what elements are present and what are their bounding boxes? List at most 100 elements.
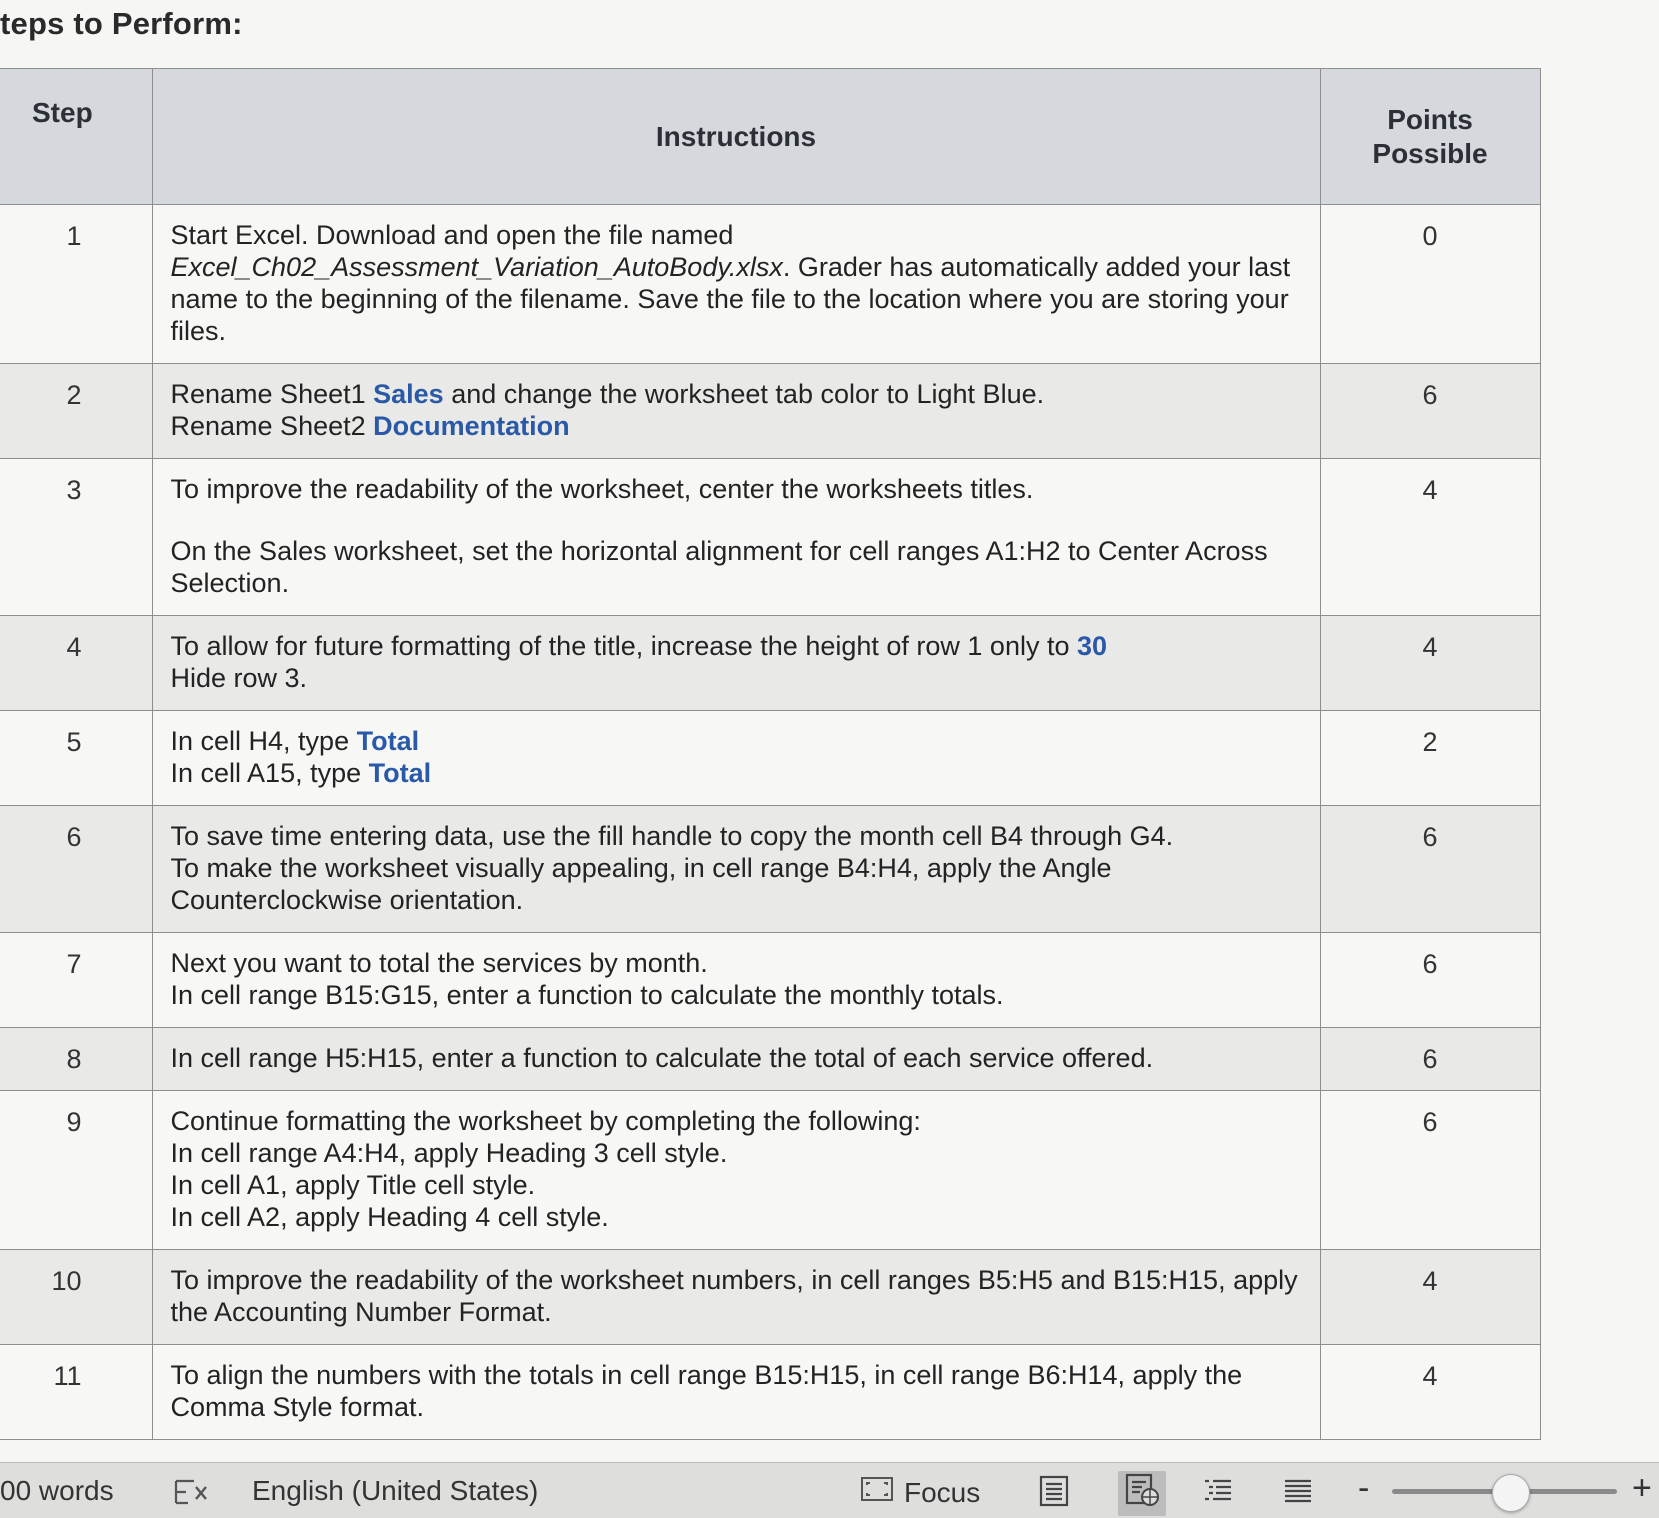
- step-number: 8: [0, 1027, 153, 1091]
- table-header-row: Step Instructions Points Possible: [0, 68, 1541, 205]
- step-instructions: To align the numbers with the totals in …: [151, 1344, 1321, 1440]
- instruction-line: Selection.: [171, 567, 1300, 599]
- points-possible: 6: [1319, 932, 1541, 1028]
- instruction-text: To improve the readability of the worksh…: [170, 1265, 1298, 1295]
- step-number: 3: [0, 458, 153, 616]
- instruction-line: files.: [171, 315, 1300, 347]
- instruction-text: To save time entering data, use the fill…: [170, 821, 1174, 851]
- points-possible: 4: [1319, 1344, 1541, 1440]
- instruction-line: the Accounting Number Format.: [171, 1296, 1300, 1328]
- highlighted-value: Documentation: [373, 411, 570, 441]
- points-possible: 4: [1319, 615, 1541, 711]
- table-row: 9 Continue formatting the worksheet by co…: [0, 1090, 1541, 1250]
- step-number: 10: [0, 1249, 153, 1345]
- draft-icon[interactable]: [1282, 1475, 1314, 1514]
- instruction-text: Continue formatting the worksheet by com…: [170, 1106, 921, 1136]
- instruction-line: name to the beginning of the filename. S…: [171, 283, 1300, 315]
- step-instructions: In cell H4, type Total In cell A15, type …: [151, 710, 1321, 806]
- instruction-text: . Grader has automatically added your la…: [782, 252, 1291, 282]
- instruction-text: Rename Sheet1: [170, 379, 374, 409]
- instruction-text: On the Sales worksheet, set the horizont…: [170, 536, 1268, 566]
- points-possible: 6: [1319, 805, 1541, 933]
- step-instructions: Start Excel. Download and open the file …: [151, 204, 1321, 364]
- instruction-line: Hide row 3.: [171, 662, 1300, 694]
- instruction-line: Next you want to total the services by m…: [171, 947, 1300, 979]
- instruction-text: and change the worksheet tab color to Li…: [443, 379, 1045, 409]
- instruction-text: Hide row 3.: [170, 663, 308, 693]
- step-number: 2: [0, 363, 153, 459]
- instruction-text: To allow for future formatting of the ti…: [170, 631, 1077, 661]
- instruction-text: the Accounting Number Format.: [170, 1297, 552, 1327]
- highlighted-value: 30: [1076, 631, 1108, 661]
- steps-table: Step Instructions Points Possible 1 Start…: [0, 68, 1541, 1440]
- points-possible: 4: [1319, 458, 1541, 616]
- header-points-possible: Points Possible: [1319, 68, 1541, 205]
- instruction-line: In cell range A4:H4, apply Heading 3 cel…: [171, 1137, 1300, 1169]
- step-instructions: Continue formatting the worksheet by com…: [151, 1090, 1321, 1250]
- step-number: 11: [0, 1344, 153, 1440]
- instruction-text: To make the worksheet visually appealing…: [170, 853, 1112, 883]
- header-instructions: Instructions: [151, 68, 1321, 205]
- instruction-text: Comma Style format.: [170, 1392, 425, 1422]
- language-indicator[interactable]: English (United States): [252, 1475, 538, 1507]
- zoom-in-button[interactable]: +: [1632, 1469, 1652, 1508]
- instruction-line: Start Excel. Download and open the file …: [171, 219, 1300, 251]
- proofing-error-icon[interactable]: [172, 1477, 212, 1514]
- instruction-text: In cell range A4:H4, apply Heading 3 cel…: [170, 1138, 728, 1168]
- header-step: Step: [0, 68, 153, 205]
- table-row: 6 To save time entering data, use the fil…: [0, 805, 1541, 933]
- highlighted-value: Total: [368, 758, 432, 788]
- outline-icon[interactable]: [1202, 1475, 1234, 1514]
- word-count[interactable]: 00 words: [0, 1475, 114, 1507]
- instruction-line: On the Sales worksheet, set the horizont…: [171, 535, 1300, 567]
- instruction-line: To save time entering data, use the fill…: [171, 820, 1300, 852]
- instruction-line: In cell A2, apply Heading 4 cell style.: [171, 1201, 1300, 1233]
- status-bar: 00 words English (United States) Focus -…: [0, 1462, 1659, 1518]
- zoom-slider-thumb[interactable]: [1492, 1474, 1530, 1512]
- instruction-text: In cell range H5:H15, enter a function t…: [170, 1043, 1154, 1073]
- step-instructions: Rename Sheet1 Sales and change the works…: [151, 363, 1321, 459]
- instruction-text: In cell A2, apply Heading 4 cell style.: [170, 1202, 609, 1232]
- highlighted-value: Total: [356, 726, 420, 756]
- instruction-text: files.: [170, 316, 227, 346]
- table-row: 8 In cell range H5:H15, enter a function …: [0, 1027, 1541, 1091]
- step-number: 6: [0, 805, 153, 933]
- table-row: 5 In cell H4, type Total In cell A15, type…: [0, 710, 1541, 806]
- focus-button[interactable]: Focus: [860, 1475, 980, 1510]
- table-row: 7 Next you want to total the services by …: [0, 932, 1541, 1028]
- zoom-out-button[interactable]: -: [1358, 1469, 1369, 1508]
- instruction-line: Comma Style format.: [171, 1391, 1300, 1423]
- instruction-line: In cell range B15:G15, enter a function …: [171, 979, 1300, 1011]
- highlighted-value: Sales: [373, 379, 444, 409]
- points-possible: 4: [1319, 1249, 1541, 1345]
- instruction-text: Start Excel. Download and open the file …: [170, 220, 734, 250]
- header-points-line2: Possible: [1372, 137, 1488, 169]
- focus-icon: [860, 1475, 894, 1510]
- instruction-text: In cell H4, type: [170, 726, 357, 756]
- table-row: 3 To improve the readability of the works…: [0, 458, 1541, 616]
- print-layout-icon[interactable]: [1038, 1475, 1070, 1514]
- web-layout-icon[interactable]: [1118, 1471, 1166, 1516]
- instruction-text: Counterclockwise orientation.: [170, 885, 524, 915]
- instruction-line: To align the numbers with the totals in …: [171, 1359, 1300, 1391]
- step-instructions: In cell range H5:H15, enter a function t…: [151, 1027, 1321, 1091]
- points-possible: 6: [1319, 1090, 1541, 1250]
- instruction-line: Continue formatting the worksheet by com…: [171, 1105, 1300, 1137]
- points-possible: 2: [1319, 710, 1541, 806]
- step-instructions: To save time entering data, use the fill…: [151, 805, 1321, 933]
- step-number: 7: [0, 932, 153, 1028]
- table-row: 4 To allow for future formatting of the t…: [0, 615, 1541, 711]
- instruction-text: name to the beginning of the filename. S…: [170, 284, 1289, 314]
- step-instructions: To improve the readability of the worksh…: [151, 458, 1321, 616]
- table-row: 1 Start Excel. Download and open the file…: [0, 204, 1541, 364]
- instruction-line: Rename Sheet2 Documentation: [171, 410, 1300, 442]
- instruction-line: In cell A1, apply Title cell style.: [171, 1169, 1300, 1201]
- step-number: 1: [0, 204, 153, 364]
- instruction-text: Selection.: [170, 568, 290, 598]
- points-possible: 0: [1319, 204, 1541, 364]
- instruction-line: Excel_Ch02_Assessment_Variation_AutoBody…: [171, 251, 1300, 283]
- instruction-text: Rename Sheet2: [170, 411, 374, 441]
- step-number: 9: [0, 1090, 153, 1250]
- table-row: 10 To improve the readability of the work…: [0, 1249, 1541, 1345]
